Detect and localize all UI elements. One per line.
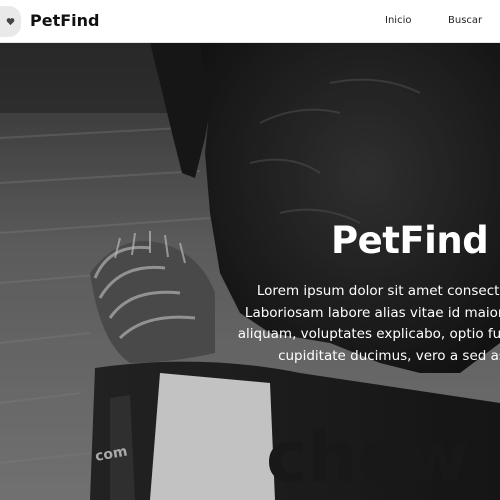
- heart-icon: [6, 18, 15, 26]
- hero-line-1: Lorem ipsum dolor sit amet consectetur: [256, 283, 500, 299]
- logo-badge[interactable]: [0, 6, 21, 37]
- brand-name[interactable]: PetFind: [30, 10, 99, 32]
- hero-line-4: cupiditate ducimus, vero a sed as: [278, 347, 500, 364]
- navbar: PetFind Inicio Buscar: [0, 0, 500, 43]
- hero-description: Lorem ipsum dolor sit amet consectetur L…: [212, 281, 500, 367]
- hero-line-3: aliquam, voluptates explicabo, optio fug…: [237, 326, 500, 342]
- hero-title: PetFind: [331, 219, 489, 262]
- hero-background-image: chew com: [0, 43, 500, 500]
- hero-section: chew com PetFind Lorem ipsum dolor sit a…: [0, 43, 500, 500]
- nav-link-inicio[interactable]: Inicio: [385, 14, 411, 28]
- page: PetFind Inicio Buscar chew com PetFind L…: [0, 0, 500, 500]
- hero-line-2: Laboriosam labore alias vitae id maiores…: [244, 304, 500, 321]
- nav-link-buscar[interactable]: Buscar: [448, 14, 482, 28]
